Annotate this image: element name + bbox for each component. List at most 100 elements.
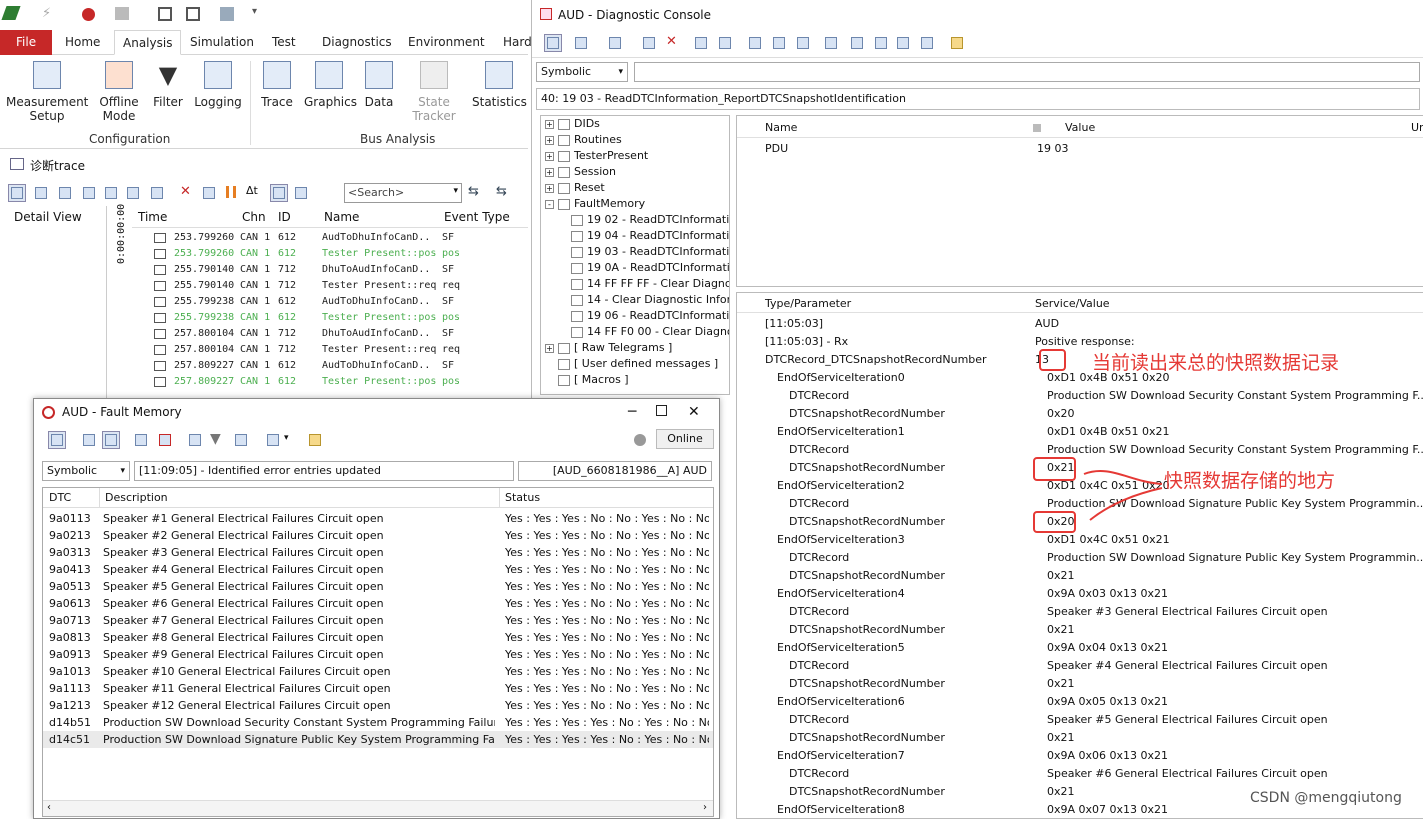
fm-console-icon[interactable]	[48, 431, 66, 449]
close-icon[interactable]: ✕	[666, 34, 677, 49]
expand-icon[interactable]: +	[545, 119, 554, 129]
table-row[interactable]: 9a0313 Speaker #3 General Electrical Fail…	[43, 544, 713, 561]
col-chn[interactable]: Chn	[242, 210, 266, 224]
table-row[interactable]: 9a1113 Speaker #11 General Electrical Fai…	[43, 680, 713, 697]
tab-test[interactable]: Test	[264, 30, 304, 55]
table-row[interactable]: d14c51 Production SW Download Signature P…	[43, 731, 713, 748]
fm-horizontal-scrollbar[interactable]: ‹ ›	[43, 800, 713, 816]
expand-icon[interactable]: +	[545, 343, 554, 353]
fm-export-icon[interactable]	[232, 431, 250, 449]
fm-options-icon[interactable]	[264, 431, 282, 449]
search-prev-icon[interactable]: ⇆	[468, 184, 479, 199]
fm-save-icon[interactable]	[186, 431, 204, 449]
table-row[interactable]: 9a0613 Speaker #6 General Electrical Fail…	[43, 595, 713, 612]
table-row[interactable]: 9a0513 Speaker #5 General Electrical Fail…	[43, 578, 713, 595]
macro-icon[interactable]	[794, 34, 812, 52]
filter-button[interactable]: ▼ Filter	[150, 61, 186, 109]
table-row[interactable]: 9a0713 Speaker #7 General Electrical Fail…	[43, 612, 713, 629]
save-all-icon[interactable]	[186, 7, 200, 21]
clear-icon[interactable]	[200, 184, 218, 202]
fm-details-icon[interactable]	[132, 431, 150, 449]
state-tracker-button[interactable]: State Tracker	[406, 61, 462, 123]
measurement-setup-button[interactable]: Measurement Setup	[6, 61, 88, 123]
tree-item[interactable]: 19 0A - ReadDTCInformatio	[571, 260, 729, 276]
edit-icon[interactable]	[770, 34, 788, 52]
save-icon[interactable]	[158, 7, 172, 21]
chevron-down-icon[interactable]: ▾	[284, 433, 289, 443]
pdu-col-value[interactable]: Value	[1065, 121, 1095, 134]
tree-item[interactable]: - FaultMemory	[545, 196, 645, 212]
expand-icon[interactable]: +	[545, 167, 554, 177]
grid-icon[interactable]	[918, 34, 936, 52]
fm-filter-icon[interactable]: ▼	[210, 431, 221, 447]
statistic-icon[interactable]	[56, 184, 74, 202]
pdu-col-unit[interactable]: Uni	[1411, 121, 1423, 134]
delta-time-icon[interactable]: Δt	[246, 184, 258, 197]
tree-item[interactable]: + TesterPresent	[545, 148, 648, 164]
resp-col-value[interactable]: Service/Value	[1035, 297, 1110, 310]
tree-item[interactable]: 19 06 - ReadDTCInformatio	[571, 308, 729, 324]
fm-read-icon[interactable]	[80, 431, 98, 449]
delete-icon[interactable]: ✕	[180, 184, 191, 199]
col-event-type[interactable]: Event Type	[444, 210, 510, 224]
tree-item[interactable]: 14 FF F0 00 - Clear Diagno	[571, 324, 729, 340]
fm-clear-icon[interactable]	[156, 431, 174, 449]
stop-icon[interactable]	[848, 34, 866, 52]
expand-icon[interactable]: +	[545, 135, 554, 145]
tree-item[interactable]: + Routines	[545, 132, 622, 148]
tab-diagnostics[interactable]: Diagnostics	[314, 30, 400, 55]
pin-icon[interactable]	[148, 184, 166, 202]
graphics-button[interactable]: Graphics	[304, 61, 357, 109]
tree-item[interactable]: 19 02 - ReadDTCInformatio	[571, 212, 729, 228]
fm-col-dtc[interactable]: DTC	[49, 491, 71, 504]
diag-request-input[interactable]	[634, 62, 1420, 82]
table-row[interactable]: 9a1013 Speaker #10 General Electrical Fai…	[43, 663, 713, 680]
export-icon[interactable]	[692, 34, 710, 52]
find-icon[interactable]	[716, 34, 734, 52]
tree-item[interactable]: 19 03 - ReadDTCInformatio	[571, 244, 729, 260]
new-icon[interactable]	[115, 7, 129, 20]
col-id[interactable]: ID	[278, 210, 291, 224]
resp-col-type[interactable]: Type/Parameter	[765, 297, 851, 310]
detail-view-toggle-icon[interactable]	[8, 184, 26, 202]
maximize-icon[interactable]	[656, 405, 667, 416]
find-icon[interactable]	[124, 184, 142, 202]
data-button[interactable]: Data	[362, 61, 396, 109]
tab-home[interactable]: Home	[57, 30, 108, 55]
table-row[interactable]: 9a0113 Speaker #1 General Electrical Fail…	[43, 510, 713, 527]
customize-qat-icon[interactable]: ▾	[252, 6, 257, 17]
collapse-icon[interactable]: -	[545, 199, 554, 209]
expand-icon[interactable]: +	[545, 151, 554, 161]
search-next-icon[interactable]: ⇆	[496, 184, 507, 199]
tree-item[interactable]: [ User defined messages ]	[545, 356, 718, 372]
scroll-icon[interactable]	[270, 184, 288, 202]
record-icon[interactable]	[82, 8, 95, 21]
tree-item[interactable]: + [ Raw Telegrams ]	[545, 340, 672, 356]
offline-mode-button[interactable]: Offline Mode	[96, 61, 142, 123]
filter-toggle-icon[interactable]	[102, 184, 120, 202]
tree-item[interactable]: 14 FF FF FF - Clear Diagno	[571, 276, 729, 292]
toggle-view-icon[interactable]	[32, 184, 50, 202]
pause-icon[interactable]	[226, 186, 236, 198]
tree-item[interactable]: + DIDs	[545, 116, 600, 132]
refresh-icon[interactable]	[606, 34, 624, 52]
table-row[interactable]: 9a0413 Speaker #4 General Electrical Fail…	[43, 561, 713, 578]
tab-simulation[interactable]: Simulation	[182, 30, 262, 55]
step-icon[interactable]	[872, 34, 890, 52]
fm-folder-icon[interactable]	[306, 431, 324, 449]
expand-icon[interactable]: +	[545, 183, 554, 193]
folder-icon[interactable]	[948, 34, 966, 52]
tree-item[interactable]: 14 - Clear Diagnostic Inform	[571, 292, 729, 308]
console-icon[interactable]	[544, 34, 562, 52]
tree-item[interactable]: + Reset	[545, 180, 605, 196]
tab-environment[interactable]: Environment	[400, 30, 493, 55]
tree-item[interactable]: [ Macros ]	[545, 372, 629, 388]
tree-item[interactable]: 19 04 - ReadDTCInformatio	[571, 228, 729, 244]
record-macro-icon[interactable]	[822, 34, 840, 52]
online-button[interactable]: Online	[656, 429, 714, 449]
diag-symbolic-select[interactable]: Symbolic ▾	[536, 62, 628, 82]
compare-icon[interactable]	[640, 34, 658, 52]
tab-file[interactable]: File	[0, 30, 53, 55]
col-time[interactable]: Time	[138, 210, 167, 224]
fm-col-status[interactable]: Status	[505, 491, 540, 504]
